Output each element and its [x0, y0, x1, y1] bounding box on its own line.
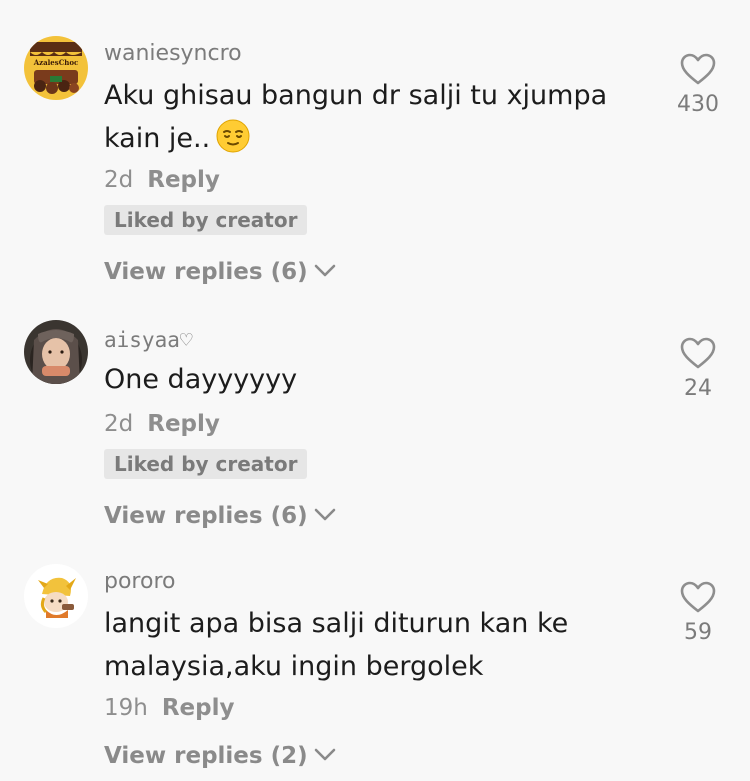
like-control: 59 [666, 580, 730, 646]
like-control: 430 [666, 52, 730, 118]
comment-text: Aku ghisau bangun dr salji tu xjumpa kai… [104, 80, 608, 154]
comment-meta: 2d Reply [104, 409, 220, 439]
view-replies-label: View replies (2) [104, 743, 308, 769]
like-control: 24 [666, 336, 730, 402]
chevron-down-icon [314, 508, 335, 521]
avatar-image [24, 564, 88, 628]
relieved-face-icon [216, 119, 250, 153]
liked-by-creator-badge: Liked by creator [104, 449, 308, 479]
avatar[interactable] [24, 564, 88, 628]
view-replies-label: View replies (6) [104, 503, 308, 529]
heart-icon[interactable] [679, 580, 717, 614]
like-count: 59 [684, 620, 712, 645]
comment-username[interactable]: waniesyncro [104, 40, 242, 68]
like-count: 430 [677, 92, 719, 117]
comment-meta: 2d Reply [104, 165, 220, 195]
reply-button[interactable]: Reply [147, 167, 220, 193]
comment-time: 2d [104, 167, 134, 193]
avatar-image [24, 320, 88, 384]
avatar-image: AzalesChoc [24, 36, 88, 100]
comment-time: 2d [104, 411, 134, 437]
comment-text: One dayyyyyy [104, 364, 298, 395]
comment-username[interactable]: aisyaa♡ [104, 326, 193, 354]
svg-text:AzalesChoc: AzalesChoc [33, 58, 79, 67]
avatar[interactable] [24, 320, 88, 384]
view-replies-button[interactable]: View replies (6) [104, 501, 336, 531]
heart-icon[interactable] [679, 336, 717, 370]
avatar[interactable]: AzalesChoc [24, 36, 88, 100]
comment-meta: 19h Reply [104, 693, 235, 723]
view-replies-button[interactable]: View replies (2) [104, 741, 336, 771]
view-replies-button[interactable]: View replies (6) [104, 257, 336, 287]
liked-by-creator-badge: Liked by creator [104, 205, 308, 235]
comment-list: AzalesChoc waniesyncro Aku ghisau bangun… [0, 0, 750, 781]
view-replies-label: View replies (6) [104, 259, 308, 285]
reply-button[interactable]: Reply [147, 411, 220, 437]
comment-time: 19h [104, 695, 148, 721]
comment-text: langit apa bisa salji diturun kan ke mal… [104, 608, 569, 682]
reply-button[interactable]: Reply [162, 695, 235, 721]
like-count: 24 [684, 376, 712, 401]
chevron-down-icon [314, 748, 335, 761]
heart-icon[interactable] [679, 52, 717, 86]
comment-username[interactable]: pororo [104, 568, 175, 596]
chevron-down-icon [314, 264, 335, 277]
